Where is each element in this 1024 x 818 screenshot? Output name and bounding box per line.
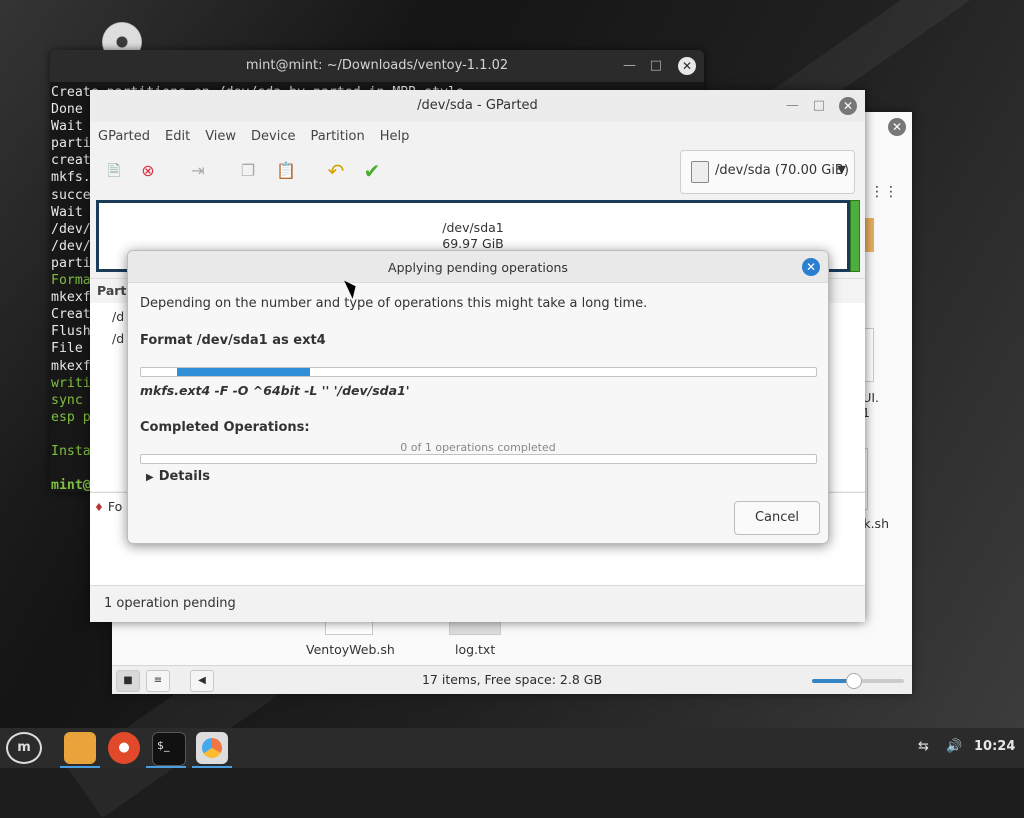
close-icon[interactable]: ✕ [888, 118, 906, 136]
disks-icon[interactable] [196, 732, 228, 764]
device-selector[interactable]: /dev/sda (70.00 GiB) ▼ [680, 150, 855, 194]
files-icon[interactable] [64, 732, 96, 764]
partition-row[interactable]: /d [112, 309, 124, 324]
terminal-title: mint@mint: ~/Downloads/ventoy-1.1.02 [245, 58, 509, 73]
apply-icon[interactable]: ✔ [360, 159, 384, 183]
chevron-down-icon: ▼ [837, 163, 846, 176]
terminal-titlebar[interactable]: mint@mint: ~/Downloads/ventoy-1.1.02 — □… [50, 50, 704, 82]
terminal-icon[interactable]: $_ [152, 732, 186, 766]
close-icon[interactable]: ✕ [678, 57, 696, 75]
completed-operations-label: Completed Operations: [140, 420, 310, 435]
details-label: Details [158, 469, 210, 484]
network-icon[interactable]: ⇆ [918, 739, 929, 754]
copy-icon[interactable]: ❐ [236, 159, 260, 183]
maximize-icon[interactable]: □ [650, 50, 662, 82]
partition-row[interactable]: /d [112, 331, 124, 346]
undo-icon[interactable]: ↶ [324, 159, 348, 183]
zoom-slider[interactable] [812, 673, 904, 689]
clock[interactable]: 10:24 [974, 739, 1015, 754]
total-progress-bar [140, 454, 817, 464]
delete-icon[interactable]: ⊗ [136, 159, 160, 183]
gparted-title: /dev/sda - GParted [417, 98, 538, 113]
new-partition-icon[interactable]: 🗎 [102, 159, 126, 183]
disk-usage-bar [850, 200, 860, 272]
dialog-titlebar[interactable]: Applying pending operations ✕ [128, 251, 828, 283]
minimize-icon[interactable]: — [623, 50, 636, 82]
maximize-icon[interactable]: □ [813, 90, 825, 122]
current-operation: Format /dev/sda1 as ext4 [140, 333, 326, 348]
operation-progress-fill [176, 368, 310, 376]
minimize-icon[interactable]: — [786, 90, 799, 122]
taskbar: m ● $_ ⇆ 🔊 10:24 [0, 728, 1024, 768]
file-label[interactable]: VentoyWeb.sh [306, 642, 395, 657]
expand-arrow-icon: ▶ [146, 472, 154, 483]
operation-progress-bar [140, 367, 817, 377]
volume-icon[interactable]: 🔊 [946, 739, 962, 754]
pending-operation-label: Fo [107, 499, 123, 514]
format-icon: ♦ [94, 501, 104, 514]
close-icon[interactable]: ✕ [802, 258, 820, 276]
cancel-button[interactable]: Cancel [734, 501, 820, 535]
paste-icon[interactable]: 📋 [274, 159, 298, 183]
gparted-status: 1 operation pending [104, 596, 236, 611]
gparted-titlebar[interactable]: /dev/sda - GParted — □ ✕ [90, 90, 865, 122]
current-command: mkfs.ext4 -F -O ^64bit -L '' '/dev/sda1' [140, 383, 410, 398]
script-file-icon[interactable] [325, 622, 373, 635]
menubar: GParted Edit View Device Partition Help [90, 122, 865, 150]
dialog-intro: Depending on the number and type of oper… [140, 296, 648, 311]
menu-view[interactable]: View [205, 129, 236, 144]
menu-device[interactable]: Device [251, 129, 295, 144]
file-label-partial: k.sh [863, 516, 889, 531]
file-label[interactable]: log.txt [455, 642, 495, 657]
firefox-icon[interactable]: ● [108, 732, 140, 764]
file-manager-statusbar: ■ ≡ ◀ 17 items, Free space: 2.8 GB [112, 665, 912, 694]
gparted-statusbar: 1 operation pending [90, 585, 865, 622]
disk-partition-name: /dev/sda1 [442, 220, 504, 235]
file-manager-status: 17 items, Free space: 2.8 GB [421, 672, 603, 687]
menu-gparted[interactable]: GParted [98, 129, 150, 144]
harddisk-icon [691, 161, 709, 183]
menu-icon[interactable]: m [6, 732, 42, 764]
resize-icon[interactable]: ⇥ [186, 159, 210, 183]
apply-operations-dialog[interactable]: Applying pending operations ✕ Depending … [127, 250, 829, 544]
text-file-icon[interactable] [449, 622, 501, 635]
details-expander[interactable]: ▶ Details [146, 469, 210, 484]
close-icon[interactable]: ✕ [839, 97, 857, 115]
dialog-title: Applying pending operations [388, 260, 568, 275]
grid-view-icon[interactable]: ⋮⋮ [870, 184, 898, 200]
device-selector-value: /dev/sda (70.00 GiB) [715, 163, 849, 178]
completed-operations-count: 0 of 1 operations completed [400, 441, 556, 454]
menu-edit[interactable]: Edit [165, 129, 190, 144]
menu-partition[interactable]: Partition [311, 129, 365, 144]
menu-help[interactable]: Help [380, 129, 410, 144]
gparted-logo [202, 738, 222, 758]
pending-operation[interactable]: ♦ Fo [94, 499, 122, 514]
toolbar: 🗎 ⊗ ⇥ ❐ 📋 ↶ ✔ /dev/sda (70.00 GiB) ▼ [90, 150, 865, 194]
